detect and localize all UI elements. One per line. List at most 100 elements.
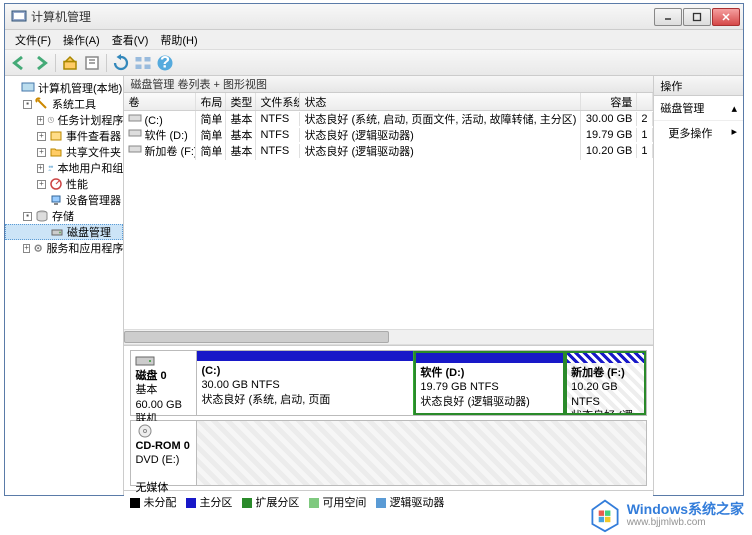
legend-label: 未分配 xyxy=(143,497,176,509)
legend-label: 扩展分区 xyxy=(255,497,299,509)
list-view-button[interactable] xyxy=(133,53,153,73)
vol-name: (C:) xyxy=(144,115,162,127)
col-status[interactable]: 状态 xyxy=(300,93,581,110)
col-capacity[interactable]: 容量 xyxy=(581,93,637,110)
cdrom-info[interactable]: CD-ROM 0 DVD (E:) 无媒体 xyxy=(131,421,197,485)
tree-label: 本地用户和组 xyxy=(57,160,123,176)
swatch-logical xyxy=(376,498,386,508)
properties-button[interactable] xyxy=(82,53,102,73)
menu-file[interactable]: 文件(F) xyxy=(9,32,57,48)
horizontal-scrollbar[interactable] xyxy=(124,329,653,345)
partition-f[interactable]: 新加卷 (F:)10.20 GB NTFS状态良好 (逻辑驱动器) xyxy=(565,351,646,415)
actions-section-label: 磁盘管理 xyxy=(660,100,704,116)
svg-text:?: ? xyxy=(160,54,170,72)
swatch-free xyxy=(309,498,319,508)
actions-panel: 操作 磁盘管理 ▴ 更多操作 ▸ xyxy=(654,76,743,495)
tree-event-viewer[interactable]: +事件查看器 xyxy=(5,128,123,144)
volume-row[interactable]: 新加卷 (F:) 简单 基本 NTFS 状态良好 (逻辑驱动器) 10.20 G… xyxy=(124,143,653,159)
part-status: 状态良好 (逻辑驱动器) xyxy=(420,396,529,408)
swatch-extended xyxy=(242,498,252,508)
watermark: Windows系统之家 www.bjjmlwb.com xyxy=(587,497,744,533)
tree-label: 任务计划程序 xyxy=(57,112,123,128)
part-size: 10.20 GB NTFS xyxy=(571,381,617,407)
drive-icon xyxy=(128,127,142,139)
vol-fs: NTFS xyxy=(256,112,300,126)
cdrom-label: CD-ROM 0 xyxy=(135,440,189,452)
col-filesystem[interactable]: 文件系统 xyxy=(256,93,300,110)
tree-label: 性能 xyxy=(66,176,88,192)
event-icon xyxy=(49,129,63,143)
col-type[interactable]: 类型 xyxy=(226,93,256,110)
forward-button[interactable] xyxy=(31,53,51,73)
computer-management-window: 计算机管理 文件(F) 操作(A) 查看(V) 帮助(H) ? 计算机管理(本地… xyxy=(4,3,744,496)
partition-d[interactable]: 软件 (D:)19.79 GB NTFS状态良好 (逻辑驱动器) xyxy=(414,351,565,415)
tree-root[interactable]: 计算机管理(本地) xyxy=(5,80,123,96)
volume-row[interactable]: 软件 (D:) 简单 基本 NTFS 状态良好 (逻辑驱动器) 19.79 GB… xyxy=(124,127,653,143)
disk-label: 磁盘 0 xyxy=(135,370,166,382)
refresh-button[interactable] xyxy=(111,53,131,73)
window-title: 计算机管理 xyxy=(31,8,653,25)
tree-disk-management[interactable]: 磁盘管理 xyxy=(5,224,123,240)
tree-services-apps[interactable]: +服务和应用程序 xyxy=(5,240,123,256)
col-layout[interactable]: 布局 xyxy=(196,93,226,110)
device-icon xyxy=(49,193,63,207)
partition-c[interactable]: (C:)30.00 GB NTFS状态良好 (系统, 启动, 页面 xyxy=(197,351,414,415)
disk-icon xyxy=(135,354,155,368)
scrollbar-thumb[interactable] xyxy=(124,331,388,343)
tree-storage[interactable]: ▪存储 xyxy=(5,208,123,224)
col-extra[interactable] xyxy=(637,93,653,110)
close-button[interactable] xyxy=(712,8,740,26)
cdrom-type: DVD (E:) xyxy=(135,454,179,466)
disk-graphic-view: 磁盘 0 基本 60.00 GB 联机 (C:)30.00 GB NTFS状态良… xyxy=(124,345,653,513)
watermark-title: Windows系统之家 xyxy=(627,502,744,517)
actions-section[interactable]: 磁盘管理 ▴ xyxy=(654,96,743,121)
back-button[interactable] xyxy=(9,53,29,73)
vol-extra: 2 xyxy=(637,112,653,126)
clock-icon xyxy=(47,113,55,127)
titlebar[interactable]: 计算机管理 xyxy=(5,4,743,30)
minimize-button[interactable] xyxy=(654,8,682,26)
help-button[interactable]: ? xyxy=(155,53,175,73)
cdrom-empty-area[interactable] xyxy=(197,421,646,485)
cdrom-block: CD-ROM 0 DVD (E:) 无媒体 xyxy=(130,420,647,486)
part-name: 软件 (D:) xyxy=(420,367,464,379)
vol-name: 新加卷 (F:) xyxy=(144,146,196,158)
partition-bar xyxy=(567,353,644,363)
menu-action[interactable]: 操作(A) xyxy=(57,32,106,48)
col-volume[interactable]: 卷 xyxy=(124,93,196,110)
tree-label: 系统工具 xyxy=(52,96,96,112)
tree-label: 事件查看器 xyxy=(66,128,121,144)
menu-view[interactable]: 查看(V) xyxy=(106,32,155,48)
maximize-button[interactable] xyxy=(683,8,711,26)
part-status: 状态良好 (系统, 启动, 页面 xyxy=(201,394,330,406)
disk-icon xyxy=(50,225,64,239)
part-size: 30.00 GB NTFS xyxy=(201,379,279,391)
navigation-tree: 计算机管理(本地) ▪系统工具 +任务计划程序 +事件查看器 +共享文件夹 +本… xyxy=(5,76,124,495)
legend-label: 主分区 xyxy=(199,497,232,509)
up-button[interactable] xyxy=(60,53,80,73)
menu-help[interactable]: 帮助(H) xyxy=(154,32,203,48)
tree-label: 服务和应用程序 xyxy=(46,240,123,256)
legend-label: 可用空间 xyxy=(322,497,366,509)
disk-type: 基本 xyxy=(135,384,157,396)
actions-more[interactable]: 更多操作 ▸ xyxy=(654,121,743,145)
tree-performance[interactable]: +性能 xyxy=(5,176,123,192)
vol-fs: NTFS xyxy=(256,144,300,158)
cdrom-status: 无媒体 xyxy=(135,482,168,494)
tree-device-manager[interactable]: 设备管理器 xyxy=(5,192,123,208)
volume-row[interactable]: (C:) 简单 基本 NTFS 状态良好 (系统, 启动, 页面文件, 活动, … xyxy=(124,111,653,127)
vol-name: 软件 (D:) xyxy=(144,130,187,142)
tree-local-users[interactable]: +本地用户和组 xyxy=(5,160,123,176)
disk-0-info[interactable]: 磁盘 0 基本 60.00 GB 联机 xyxy=(131,351,197,415)
disk-0-block: 磁盘 0 基本 60.00 GB 联机 (C:)30.00 GB NTFS状态良… xyxy=(130,350,647,416)
tree-system-tools[interactable]: ▪系统工具 xyxy=(5,96,123,112)
drive-icon xyxy=(128,143,142,155)
tree-shared-folders[interactable]: +共享文件夹 xyxy=(5,144,123,160)
window-controls xyxy=(653,8,740,26)
tree-task-scheduler[interactable]: +任务计划程序 xyxy=(5,112,123,128)
toolbar-separator xyxy=(106,54,107,72)
actions-header: 操作 xyxy=(654,76,743,96)
computer-icon xyxy=(21,81,35,95)
volume-header-row: 卷 布局 类型 文件系统 状态 容量 xyxy=(124,93,653,111)
swatch-primary xyxy=(186,498,196,508)
